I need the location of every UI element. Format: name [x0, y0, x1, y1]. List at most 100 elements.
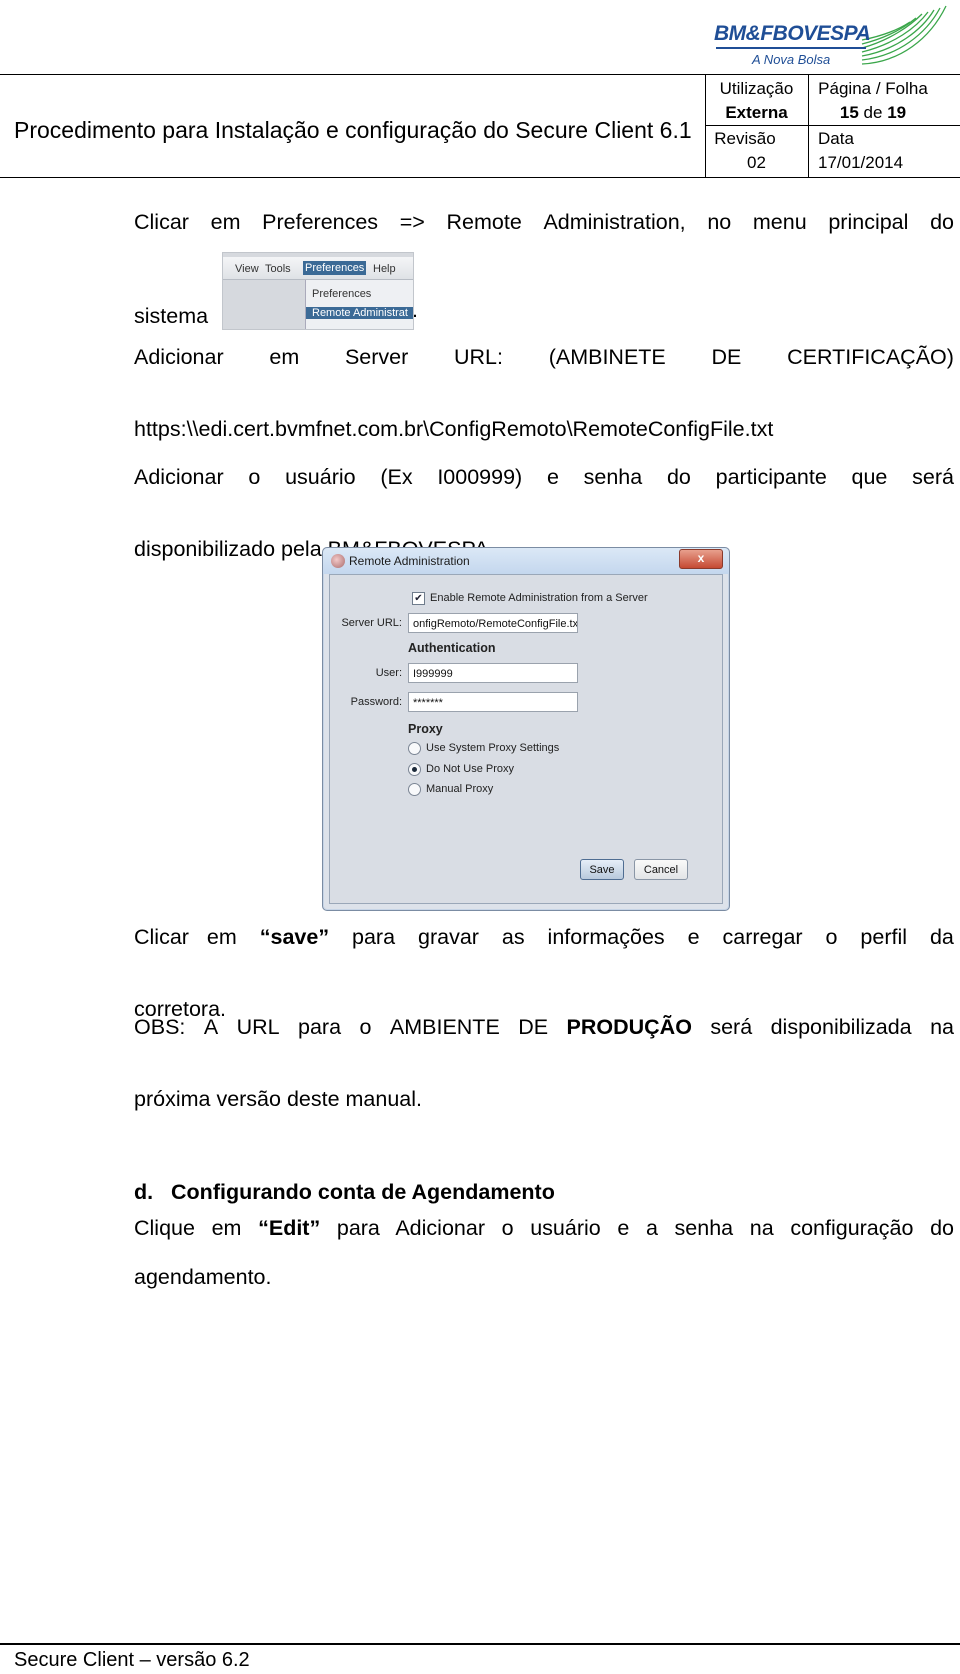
word: menu — [752, 210, 807, 234]
word: o — [825, 925, 838, 949]
word: I000999) — [437, 465, 523, 489]
menu-help[interactable]: Help — [373, 263, 396, 275]
producao-emphasis: PRODUÇÃO — [566, 1015, 692, 1039]
proxy-radio-manual[interactable] — [408, 783, 421, 796]
cancel-button[interactable]: Cancel — [634, 859, 688, 880]
justified-line: OBS: A URL para o AMBIENTE DE PRODUÇÃO s… — [134, 1003, 954, 1052]
edit-emphasis: “Edit” — [258, 1216, 321, 1240]
logo-underline — [716, 47, 866, 49]
word: em — [210, 210, 241, 234]
word: AMBIENTE — [389, 1015, 500, 1039]
word: do — [930, 210, 954, 234]
proxy-option-label: Manual Proxy — [426, 783, 494, 795]
proxy-radio-none[interactable] — [408, 763, 421, 776]
preferences-dropdown: Preferences Remote Administrat — [305, 280, 413, 329]
password-label: Password: — [350, 696, 402, 708]
usage-value: Externa — [725, 103, 788, 122]
menu-preferences[interactable]: Preferences — [303, 261, 367, 275]
word: => — [399, 210, 425, 234]
text-line: próxima versão deste manual. — [134, 1087, 423, 1111]
menu-tools[interactable]: Tools — [265, 263, 291, 275]
menu-view[interactable]: View — [235, 263, 259, 275]
dropdown-item-remote-administration[interactable]: Remote Administrat — [306, 307, 413, 319]
word: DE — [711, 345, 742, 369]
word: (Ex — [380, 465, 413, 489]
word: gravar — [418, 925, 479, 949]
word: as — [501, 925, 525, 949]
logo-tagline: A Nova Bolsa — [752, 52, 831, 67]
word: da — [929, 925, 954, 949]
text: Clique em — [134, 1216, 242, 1240]
header-divider — [705, 125, 960, 126]
app-icon — [331, 554, 345, 568]
justified-line: Clicar em Preferences => Remote Administ… — [134, 198, 954, 247]
page-label: Página / Folha — [818, 79, 928, 98]
word: em — [269, 345, 300, 369]
word: Adicionar — [134, 345, 224, 369]
word: CERTIFICAÇÃO) — [787, 345, 954, 369]
sistema-text: sistema — [134, 304, 209, 328]
dialog-title: Remote Administration — [349, 554, 470, 568]
word: senha — [583, 465, 643, 489]
server-url-input[interactable]: onfigRemoto/RemoteConfigFile.txt — [408, 613, 578, 633]
word: informações — [547, 925, 665, 949]
proxy-option-label: Do Not Use Proxy — [426, 763, 515, 775]
enable-remote-admin-checkbox[interactable]: ✔ — [412, 592, 425, 605]
word: será — [710, 1015, 753, 1039]
server-url-text: https:\\edi.cert.bvmfnet.com.br\ConfigRe… — [134, 417, 774, 441]
dropdown-item-preferences[interactable]: Preferences — [306, 288, 413, 300]
menu-bar: View Tools Preferences Help — [223, 257, 413, 280]
word: Clicar — [134, 210, 189, 234]
justified-line: Adicionar o usuário (Ex I000999) e senha… — [134, 453, 954, 502]
document-title: Procedimento para Instalação e configura… — [14, 117, 692, 143]
text: Clicar em — [134, 925, 237, 949]
date-value: 17/01/2014 — [818, 153, 904, 172]
usage-label: Utilização — [719, 79, 794, 98]
word: e — [687, 925, 700, 949]
proxy-option-label: Use System Proxy Settings — [426, 742, 560, 754]
word: A — [203, 1015, 219, 1039]
word: do — [666, 465, 691, 489]
text-line: agendamento. — [134, 1265, 272, 1289]
paragraph-preferences: Clicar em Preferences => Remote Administ… — [134, 198, 954, 247]
logo-swoosh-icon — [861, 5, 947, 65]
save-emphasis: “save” — [259, 925, 330, 949]
word: para — [298, 1015, 342, 1039]
word: Administration, — [543, 210, 686, 234]
justified-line: Adicionar em Server URL: (AMBINETE DE CE… — [134, 333, 954, 382]
word: e — [546, 465, 559, 489]
remote-administration-dialog: Remote Administration x ✔ Enable Remote … — [322, 547, 730, 911]
word: carregar — [722, 925, 803, 949]
footer-divider — [0, 1643, 960, 1645]
paragraph-obs: OBS: A URL para o AMBIENTE DE PRODUÇÃO s… — [134, 1003, 954, 1124]
server-url-label: Server URL: — [341, 617, 402, 629]
proxy-radio-system[interactable] — [408, 742, 421, 755]
authentication-heading: Authentication — [408, 641, 496, 655]
word: Remote — [446, 210, 522, 234]
word: principal — [828, 210, 909, 234]
word: participante — [715, 465, 827, 489]
bmfbovespa-logo: BM&FBOVESPA A Nova Bolsa — [710, 4, 950, 70]
section-heading: d. Configurando conta de Agendamento — [134, 1180, 555, 1204]
word: usuário — [285, 465, 356, 489]
document-header: Procedimento para Instalação e configura… — [0, 74, 960, 178]
word: o — [248, 465, 261, 489]
text: para Adicionar o usuário e a senha na co… — [336, 1216, 954, 1240]
revision-label: Revisão — [714, 129, 776, 148]
dialog-body: ✔ Enable Remote Administration from a Se… — [329, 574, 723, 904]
word: para — [352, 925, 396, 949]
paragraph-edit: Clique em “Edit” para Adicionar o usuári… — [134, 1204, 954, 1302]
word: (AMBINETE — [548, 345, 666, 369]
word: Adicionar — [134, 465, 224, 489]
password-input[interactable]: ******* — [408, 692, 578, 712]
user-label: User: — [375, 667, 402, 679]
word: URL: — [454, 345, 503, 369]
proxy-heading: Proxy — [408, 722, 443, 736]
word: Server — [344, 345, 409, 369]
paragraph-server-url: Adicionar em Server URL: (AMBINETE DE CE… — [134, 333, 954, 454]
save-button[interactable]: Save — [580, 859, 624, 880]
close-button[interactable]: x — [679, 549, 723, 569]
word: DE — [518, 1015, 549, 1039]
enable-remote-admin-label: Enable Remote Administration from a Serv… — [430, 592, 648, 604]
user-input[interactable]: I999999 — [408, 663, 578, 683]
